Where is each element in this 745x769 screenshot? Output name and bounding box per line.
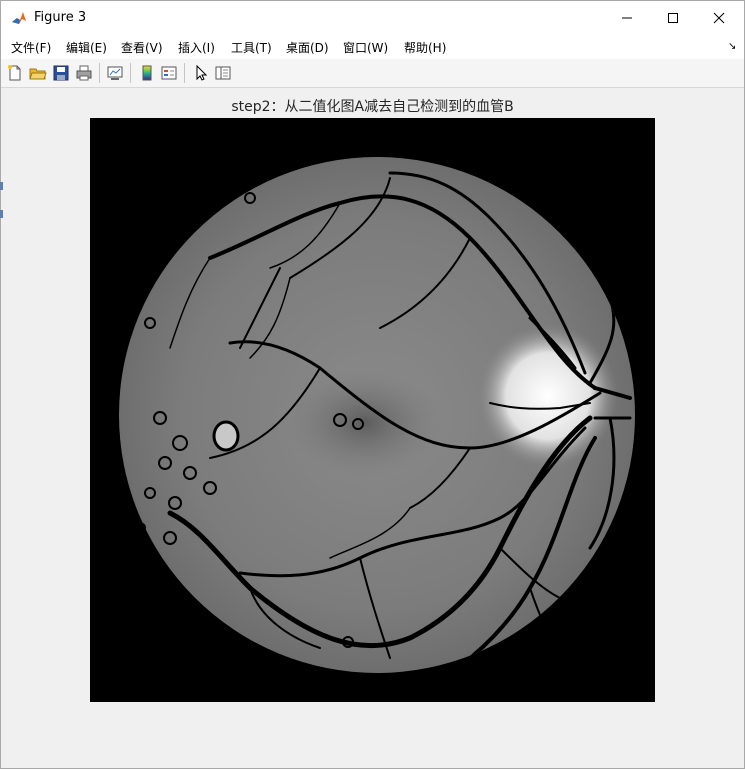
menu-desktop[interactable]: 桌面(D) xyxy=(286,39,329,56)
close-button[interactable] xyxy=(696,1,742,35)
close-icon xyxy=(713,12,725,24)
new-figure-icon[interactable] xyxy=(6,64,24,82)
figure-canvas: step2：从二值化图A减去自己检测到的血管B xyxy=(0,88,744,768)
figure-window: Figure 3 文件(F) 编辑(E) 查看(V) 插入(I) 工具(T) 桌… xyxy=(0,0,745,769)
link-plot-icon[interactable] xyxy=(106,64,124,82)
title-bar: Figure 3 xyxy=(1,1,744,35)
toolbar-separator xyxy=(130,63,131,83)
save-icon[interactable] xyxy=(52,64,70,82)
open-file-icon[interactable] xyxy=(29,64,47,82)
minimize-button[interactable] xyxy=(604,1,650,35)
menu-view[interactable]: 查看(V) xyxy=(121,39,163,56)
property-inspector-icon[interactable] xyxy=(214,64,232,82)
figure-toolbar xyxy=(1,59,744,88)
edit-plot-arrow-icon[interactable] xyxy=(192,64,210,82)
insert-colorbar-icon[interactable] xyxy=(138,64,156,82)
menu-help[interactable]: 帮助(H) xyxy=(404,39,446,56)
menu-file[interactable]: 文件(F) xyxy=(11,39,51,56)
menu-insert[interactable]: 插入(I) xyxy=(178,39,215,56)
side-edge-mark xyxy=(0,210,3,218)
image-axes[interactable] xyxy=(90,118,655,702)
menu-edit[interactable]: 编辑(E) xyxy=(66,39,107,56)
dock-arrow-icon[interactable]: ↘ xyxy=(728,41,736,52)
minimize-icon xyxy=(622,17,632,19)
maximize-icon xyxy=(668,13,678,23)
menu-tools[interactable]: 工具(T) xyxy=(231,39,272,56)
toolbar-separator xyxy=(99,63,100,83)
window-title: Figure 3 xyxy=(34,10,87,25)
insert-legend-icon[interactable] xyxy=(160,64,178,82)
retina-image xyxy=(119,157,635,673)
menu-bar: 文件(F) 编辑(E) 查看(V) 插入(I) 工具(T) 桌面(D) 窗口(W… xyxy=(1,35,744,59)
plot-title: step2：从二值化图A减去自己检测到的血管B xyxy=(231,99,514,115)
print-icon[interactable] xyxy=(75,64,93,82)
toolbar-separator xyxy=(184,63,185,83)
side-edge-mark xyxy=(0,182,3,190)
maximize-button[interactable] xyxy=(650,1,696,35)
matlab-logo-icon xyxy=(10,9,28,27)
menu-window[interactable]: 窗口(W) xyxy=(343,39,388,56)
